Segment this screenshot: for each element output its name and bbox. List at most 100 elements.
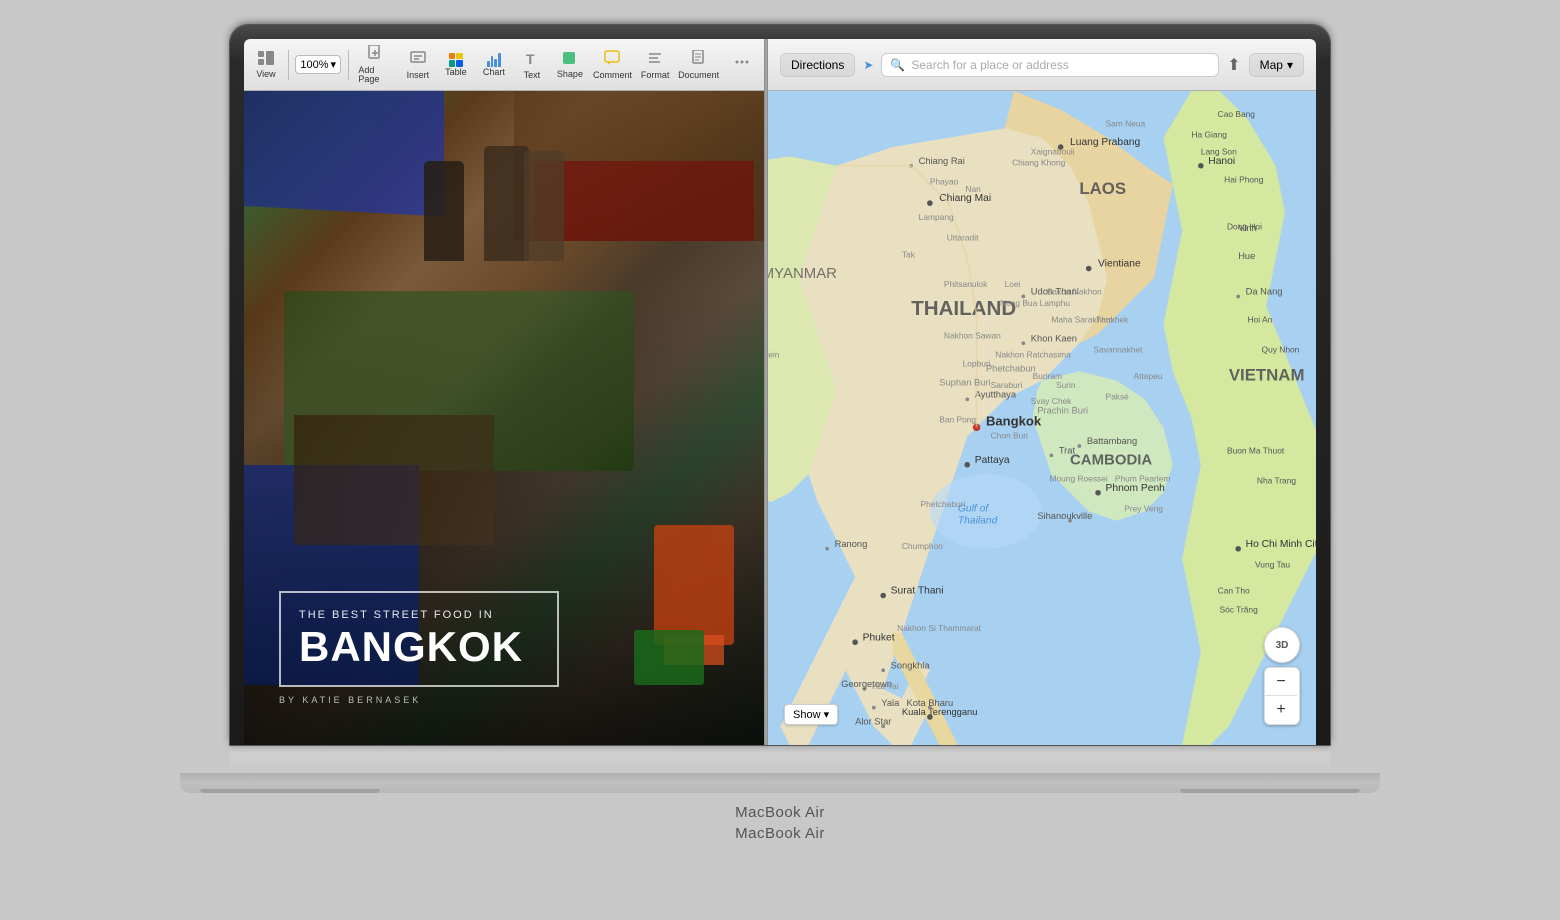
svg-text:Hoi An: Hoi An [1248, 315, 1273, 325]
table-label: Table [445, 68, 467, 77]
svg-text:Suphan Buri: Suphan Buri [939, 377, 990, 387]
svg-text:Phuket: Phuket [863, 632, 895, 643]
svg-text:Phnom Penh: Phnom Penh [1106, 483, 1166, 494]
maps-search-field[interactable]: 🔍 Search for a place or address [881, 53, 1219, 77]
svg-text:Yala: Yala [881, 698, 900, 708]
maps-container[interactable]: LAOS THAILAND MYANMAR CAMBODIA VIETNAM B… [768, 91, 1316, 745]
svg-text:Prachin Buri: Prachin Buri [1037, 405, 1088, 415]
search-placeholder: Search for a place or address [911, 58, 1068, 72]
location-icon[interactable]: ➤ [863, 58, 873, 72]
view-label: View [256, 70, 275, 79]
svg-text:Quy Nhon: Quy Nhon [1262, 345, 1300, 355]
document-author: BY KATIE BERNASEK [279, 695, 729, 705]
zoom-button[interactable]: 100% ▾ [293, 53, 344, 76]
more-icon [735, 55, 749, 73]
show-chevron: ▾ [824, 709, 830, 721]
map-controls: 3D − + [1264, 627, 1300, 725]
svg-text:Nha Trang: Nha Trang [1257, 475, 1297, 485]
add-page-label: Add Page [358, 66, 392, 84]
table-cloth [534, 161, 754, 241]
svg-text:Hue: Hue [1238, 251, 1255, 261]
svg-text:VIETNAM: VIETNAM [1229, 366, 1305, 385]
pages-document: THE BEST STREET FOOD IN BANGKOK BY KATIE… [244, 91, 764, 745]
svg-text:Can Tho: Can Tho [1218, 586, 1250, 596]
svg-text:Savannakhet: Savannakhet [1093, 345, 1143, 355]
svg-text:Thakhek: Thakhek [1096, 315, 1129, 325]
svg-text:Moulmein: Moulmein [768, 349, 780, 359]
document-title: BANGKOK [299, 625, 539, 669]
person-2 [484, 146, 529, 261]
shape-icon [562, 51, 578, 69]
svg-text:Loei: Loei [1005, 279, 1021, 289]
more-button[interactable] [724, 53, 760, 76]
macbook-base [180, 773, 1380, 793]
map-zoom-controls: − + [1264, 667, 1300, 725]
zoom-in-button[interactable]: + [1265, 696, 1297, 724]
svg-text:Cao Bang: Cao Bang [1218, 109, 1256, 119]
svg-text:Hanoi: Hanoi [1208, 156, 1235, 167]
svg-text:Ban Pong: Ban Pong [939, 415, 976, 425]
comment-label: Comment [593, 71, 632, 80]
zoom-control[interactable]: 100% ▾ [295, 55, 341, 74]
chart-button[interactable]: Chart [476, 51, 512, 79]
macbook-wrapper: View 100% ▾ [80, 25, 1480, 895]
svg-text:Ranong: Ranong [835, 539, 868, 549]
svg-text:Paksé: Paksé [1106, 391, 1130, 401]
svg-text:Nong Bua Lamphu: Nong Bua Lamphu [1000, 298, 1070, 308]
format-button[interactable]: Format [637, 48, 673, 82]
comment-button[interactable]: Comment [590, 48, 635, 82]
svg-text:Chumphon: Chumphon [902, 541, 943, 551]
share-icon[interactable]: ⬆ [1227, 55, 1240, 75]
svg-text:Phetchabun: Phetchabun [986, 363, 1036, 373]
svg-text:Songkhla: Songkhla [891, 660, 931, 670]
map-3d-button[interactable]: 3D [1264, 627, 1300, 663]
maps-toolbar: Directions ➤ 🔍 Search for a place or add… [768, 39, 1316, 91]
svg-text:CAMBODIA: CAMBODIA [1070, 452, 1152, 469]
svg-text:Chiang Khong: Chiang Khong [1012, 158, 1066, 168]
svg-text:Sakon Nakhon: Sakon Nakhon [1047, 287, 1102, 297]
person-1 [424, 161, 464, 261]
svg-text:Uttaradit: Uttaradit [947, 232, 979, 242]
svg-text:Hai Phong: Hai Phong [1224, 175, 1264, 185]
view-icon [258, 51, 274, 69]
seated-group [294, 415, 494, 545]
pages-panel: View 100% ▾ [244, 39, 764, 745]
table-button[interactable]: Table [438, 51, 474, 79]
svg-text:Chiang Rai: Chiang Rai [919, 156, 965, 166]
map-type-button[interactable]: Map ▾ [1249, 53, 1304, 77]
tarp-blue-1 [244, 91, 444, 217]
view-button[interactable]: View [248, 49, 284, 81]
text-button[interactable]: T Text [514, 48, 550, 82]
svg-text:Phayao: Phayao [930, 176, 959, 186]
svg-text:Ho Chi Minh City: Ho Chi Minh City [1246, 539, 1316, 550]
macbook-foot-left [200, 789, 380, 793]
toolbar-sep-2 [348, 50, 349, 80]
map-type-chevron: ▾ [1287, 58, 1293, 72]
document-label: Document [678, 71, 719, 80]
svg-text:Phetchaburi: Phetchaburi [921, 499, 966, 509]
svg-text:Attapeu: Attapeu [1134, 371, 1163, 381]
directions-label: Directions [791, 58, 844, 72]
svg-text:Dong Hoi: Dong Hoi [1227, 221, 1262, 231]
insert-button[interactable]: Insert [400, 48, 436, 82]
shape-button[interactable]: Shape [552, 49, 588, 81]
svg-text:Pattaya: Pattaya [975, 455, 1010, 466]
svg-text:Luang Prabang: Luang Prabang [1070, 137, 1141, 148]
svg-text:Ha Giang: Ha Giang [1191, 130, 1227, 140]
directions-button[interactable]: Directions [780, 53, 855, 77]
add-page-button[interactable]: Add Page [352, 43, 398, 86]
svg-text:Nan: Nan [965, 184, 981, 194]
insert-label: Insert [407, 71, 430, 80]
toolbar-sep-1 [288, 50, 289, 80]
svg-text:Kota Bharu: Kota Bharu [907, 698, 954, 708]
svg-text:Nakhon Si Thammarat: Nakhon Si Thammarat [897, 623, 981, 633]
svg-text:LAOS: LAOS [1079, 179, 1126, 198]
screen-inner: View 100% ▾ [244, 39, 1316, 745]
map-svg: LAOS THAILAND MYANMAR CAMBODIA VIETNAM B… [768, 91, 1316, 745]
document-button[interactable]: Document [675, 48, 722, 82]
chart-icon [487, 53, 501, 67]
svg-text:Xaignabouli: Xaignabouli [1031, 147, 1075, 157]
zoom-out-button[interactable]: − [1265, 668, 1297, 696]
svg-text:Lang Son: Lang Son [1201, 147, 1237, 157]
map-show-button[interactable]: Show ▾ [784, 704, 838, 725]
